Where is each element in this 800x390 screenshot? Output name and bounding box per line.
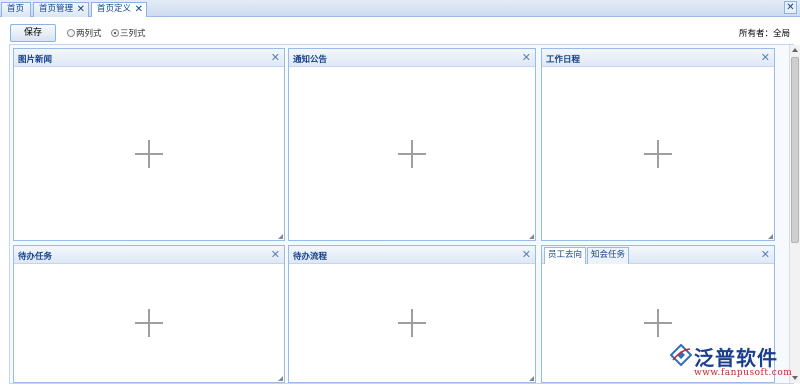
close-all-tabs-icon[interactable]: ✕ (784, 1, 797, 14)
resize-handle-icon[interactable] (529, 376, 534, 381)
add-icon[interactable] (398, 139, 426, 168)
logo-mark-icon (670, 344, 692, 366)
close-icon[interactable]: ✕ (522, 51, 531, 64)
toolbar: 保存 两列式 三列式 所有者：全局 (0, 17, 800, 45)
close-icon[interactable]: ✕ (271, 51, 280, 64)
radio-on-icon (111, 29, 119, 37)
panel-subtabs: 员工去向 知会任务 (544, 246, 630, 264)
tab-strip: 首页 首页管理 ✕ 首页定义 ✕ ✕ (0, 0, 800, 18)
close-icon[interactable]: ✕ (77, 3, 85, 16)
close-icon[interactable]: ✕ (522, 248, 531, 261)
add-icon[interactable] (135, 309, 163, 337)
panel-title: 通知公告 (293, 55, 328, 65)
panel-picture-news[interactable]: 图片新闻 ✕ (13, 48, 285, 241)
panel-title: 工作日程 (546, 55, 581, 65)
logo-url: www.fanpusoft.com (694, 368, 793, 378)
panel-body (289, 264, 535, 382)
close-icon[interactable]: ✕ (271, 248, 280, 261)
layout-three-column-radio[interactable]: 三列式 (111, 27, 146, 39)
add-icon[interactable] (644, 139, 672, 168)
resize-handle-icon[interactable] (278, 234, 283, 239)
panel-notices[interactable]: 通知公告 ✕ (288, 48, 536, 241)
tab-label: 首页定义 (97, 4, 132, 14)
subtab-notified-tasks[interactable]: 知会任务 (587, 247, 630, 264)
resize-handle-icon[interactable] (278, 376, 283, 381)
panel-header[interactable]: 待办流程 ✕ (289, 246, 535, 264)
tab-label: 首页 (7, 4, 25, 14)
panel-body (14, 67, 284, 240)
save-button[interactable]: 保存 (10, 24, 56, 42)
panel-pending-workflows[interactable]: 待办流程 ✕ (288, 245, 536, 383)
panel-header[interactable]: 待办任务 ✕ (14, 246, 284, 264)
panel-pending-tasks[interactable]: 待办任务 ✕ (13, 245, 285, 383)
tab-home-definition[interactable]: 首页定义 ✕ (91, 2, 147, 18)
tab-home-management[interactable]: 首页管理 ✕ (33, 2, 89, 17)
layout-two-column-radio[interactable]: 两列式 (67, 27, 102, 39)
panel-work-schedule[interactable]: 工作日程 ✕ (541, 48, 775, 241)
scrollbar-thumb[interactable] (791, 57, 799, 243)
add-icon[interactable] (644, 309, 672, 337)
radio-off-icon (67, 29, 75, 37)
close-icon[interactable]: ✕ (761, 51, 770, 64)
tab-home[interactable]: 首页 (1, 2, 31, 17)
panel-body (14, 264, 284, 382)
portal-workspace: 图片新闻 ✕ 通知公告 ✕ 工作日程 ✕ 待办任务 ✕ 待办流程 ✕ 员工去向 … (9, 44, 800, 384)
panel-title: 待办流程 (293, 252, 328, 262)
panel-body (542, 67, 774, 240)
panel-header[interactable]: 员工去向 知会任务 ✕ (542, 246, 774, 264)
subtab-staff-whereabouts[interactable]: 员工去向 (544, 247, 587, 264)
scroll-up-icon[interactable] (792, 48, 798, 52)
panel-header[interactable]: 图片新闻 ✕ (14, 49, 284, 67)
add-icon[interactable] (135, 139, 163, 168)
vertical-scrollbar[interactable] (789, 45, 800, 383)
resize-handle-icon[interactable] (529, 234, 534, 239)
add-icon[interactable] (398, 309, 426, 337)
panel-header[interactable]: 工作日程 ✕ (542, 49, 774, 67)
panel-title: 图片新闻 (18, 55, 53, 65)
brand-logo: 泛普软件 www.fanpusoft.com (668, 340, 796, 386)
owner-label: 所有者：全局 (738, 29, 790, 39)
radio-label: 两列式 (76, 29, 102, 39)
resize-handle-icon[interactable] (768, 234, 773, 239)
panel-body (289, 67, 535, 240)
panel-header[interactable]: 通知公告 ✕ (289, 49, 535, 67)
logo-name: 泛普软件 (694, 346, 778, 370)
radio-label: 三列式 (120, 29, 146, 39)
close-icon[interactable]: ✕ (761, 248, 770, 261)
close-icon[interactable]: ✕ (135, 3, 143, 16)
panel-title: 待办任务 (18, 252, 53, 262)
tab-label: 首页管理 (39, 4, 74, 14)
